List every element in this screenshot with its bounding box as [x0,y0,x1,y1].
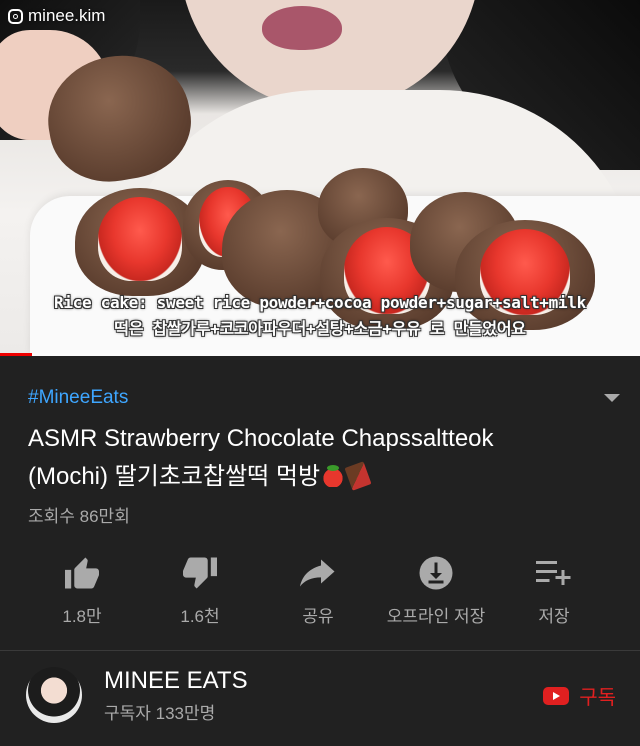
subtitle-english: Rice cake: sweet rice powder+cocoa powde… [54,293,586,312]
action-bar: 1.8만 1.6천 공유 오프라인 저장 저장 [0,556,640,636]
dislike-count: 1.6천 [180,607,220,626]
share-icon [300,559,335,587]
share-label: 공유 [302,607,334,626]
download-label: 오프라인 저장 [386,607,486,626]
hashtag-link[interactable]: #MineeEats [28,387,128,409]
like-button[interactable]: 1.8만 [22,556,142,627]
video-progress-fill [0,353,32,356]
download-icon [419,556,453,590]
save-to-playlist-button[interactable]: 저장 [494,556,614,627]
expand-description-icon[interactable] [604,394,620,402]
channel-name[interactable]: MINEE EATS [104,667,248,695]
strawberry-emoji-icon [322,465,345,487]
download-button[interactable]: 오프라인 저장 [376,556,496,627]
view-count: 조회수 86만회 [28,507,130,526]
subscribe-label: 구독 [579,687,616,709]
youtube-logo-icon [543,686,570,705]
channel-avatar[interactable] [26,667,82,723]
thumbs-down-icon [183,557,217,589]
save-label: 저장 [538,607,570,626]
thumbs-up-icon [65,557,99,589]
video-subtitles: Rice cake: sweet rice powder+cocoa powde… [0,290,640,342]
channel-watermark: minee.kim [8,6,105,26]
video-title-line2: (Mochi) 딸기초코찹쌀떡 먹방 [28,463,321,490]
chocolate-emoji-icon [344,461,372,491]
subtitle-korean: 떡은 찹쌀가루+코코아파우더+설탕+소금+우유 로 만들었어요 [114,319,526,338]
add-to-playlist-icon [536,561,571,585]
dislike-button[interactable]: 1.6천 [140,556,260,627]
share-button[interactable]: 공유 [258,556,378,627]
subscriber-count: 구독자 133만명 [104,704,216,723]
video-title-line1: ASMR Strawberry Chocolate Chapssaltteok [28,425,494,452]
video-player[interactable]: minee.kim Rice cake: sweet rice powder+c… [0,0,640,356]
instagram-icon [8,8,23,24]
video-frame-lips [262,6,342,50]
subscribe-button[interactable]: 구독 [543,681,616,710]
watermark-text: minee.kim [28,6,106,25]
video-progress-bar[interactable] [0,353,640,356]
video-title: ASMR Strawberry Chocolate Chapssaltteok … [28,420,588,496]
like-count: 1.8만 [62,607,102,626]
channel-row[interactable]: MINEE EATS 구독자 133만명 구독 [0,651,640,746]
